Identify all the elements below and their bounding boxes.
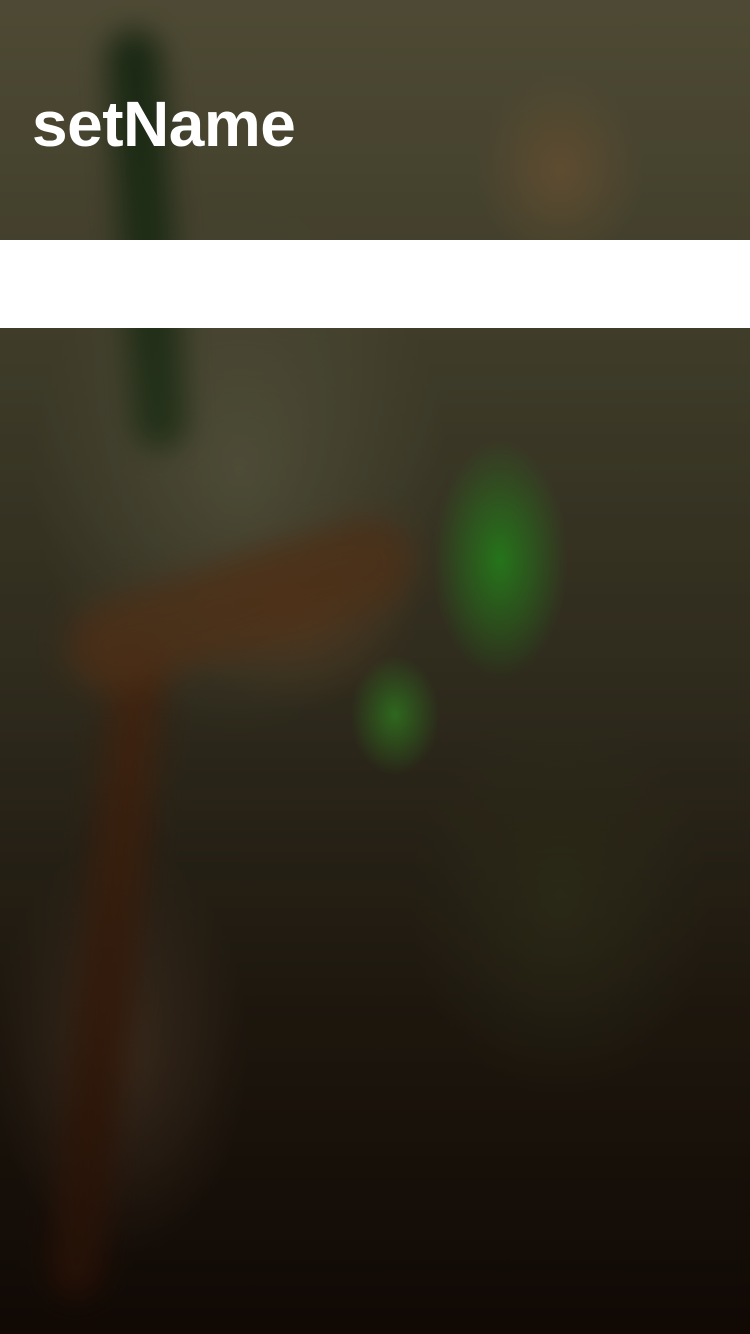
page-title: setName [32, 88, 296, 160]
name-input[interactable] [0, 240, 750, 328]
background-image [0, 0, 750, 1334]
set-name-screen: setName [0, 0, 750, 1334]
background-overlay [0, 0, 750, 1334]
